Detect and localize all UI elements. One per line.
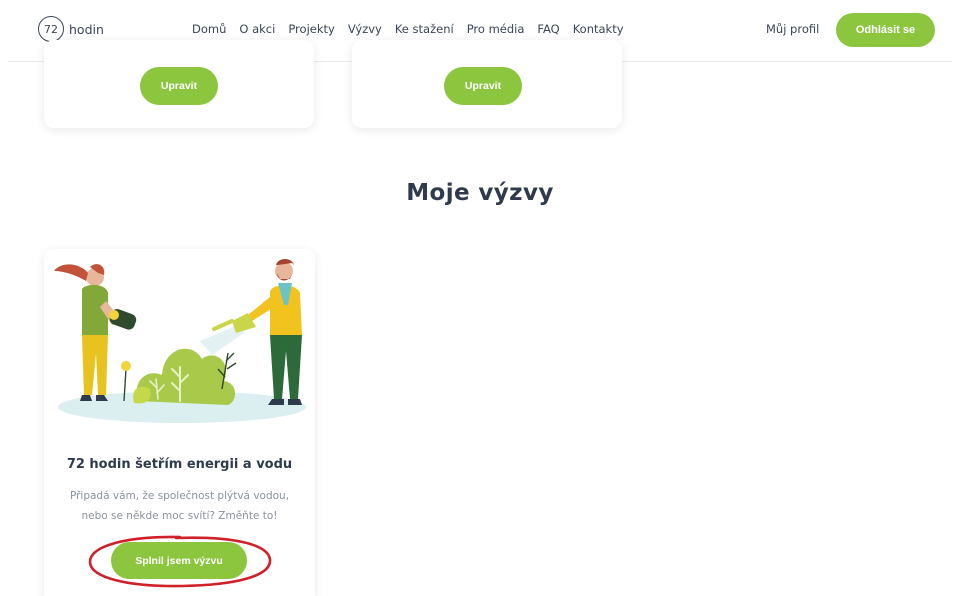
nav-item-challenges[interactable]: Výzvy (348, 22, 382, 36)
logout-button[interactable]: Odhlásit se (836, 13, 935, 47)
nav-item-downloads[interactable]: Ke stažení (395, 22, 454, 36)
logo-number: 72 (44, 22, 58, 36)
site-logo[interactable]: 72 hodin (38, 16, 104, 42)
logo-circle-icon: 72 (38, 16, 64, 42)
challenge-description: Připadá vám, že společnost plýtvá vodou,… (69, 490, 290, 522)
challenge-card: 72 hodin šetřím energii a vodu Připadá v… (44, 249, 315, 596)
edit-project-button[interactable]: Upravit (444, 67, 522, 105)
challenge-title: 72 hodin šetřím energii a vodu (66, 457, 293, 472)
section-title: Moje výzvy (406, 180, 554, 206)
nav-item-media[interactable]: Pro média (467, 22, 525, 36)
nav-item-home[interactable]: Domů (192, 22, 226, 36)
project-card: Upravit (44, 40, 314, 128)
main-nav: Domů O akci Projekty Výzvy Ke stažení Pr… (192, 22, 637, 36)
nav-item-faq[interactable]: FAQ (537, 22, 559, 36)
challenge-completed-button[interactable]: Splnil jsem výzvu (111, 542, 247, 579)
edit-project-button[interactable]: Upravit (140, 67, 218, 105)
nav-item-contacts[interactable]: Kontakty (573, 22, 624, 36)
nav-item-projects[interactable]: Projekty (288, 22, 335, 36)
nav-item-about[interactable]: O akci (239, 22, 275, 36)
watering-plant-illustration (54, 259, 306, 423)
logo-text: hodin (69, 21, 104, 37)
project-card: Upravit (352, 40, 622, 128)
profile-link[interactable]: Můj profil (766, 22, 819, 36)
